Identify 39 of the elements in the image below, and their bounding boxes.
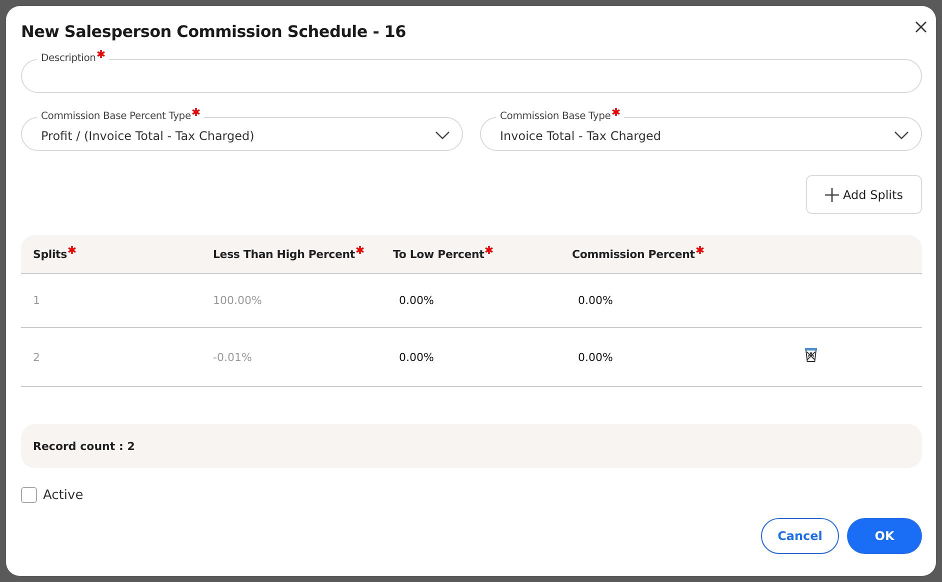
checkbox-label: Active: [43, 488, 84, 502]
required-icon: [96, 50, 105, 58]
dialog-title: New Salesperson Commission Schedule - 16: [21, 22, 406, 40]
description-field[interactable]: Description: [21, 52, 922, 93]
add-splits-button[interactable]: Add Splits: [806, 175, 922, 214]
table-cell: 0.00%: [578, 294, 613, 307]
required-icon: [192, 108, 200, 116]
field-label: Commission Base Type: [500, 110, 611, 124]
column-header: Splits: [33, 248, 67, 260]
table-cell: 2: [33, 350, 40, 364]
table-cell: 0.00%: [399, 350, 434, 364]
plus-icon: [825, 188, 840, 202]
column-header: Less Than High Percent: [213, 248, 355, 260]
chevron-down-icon: [894, 131, 909, 140]
table-cell: 100.00%: [213, 294, 262, 307]
required-icon: [68, 246, 76, 254]
active-checkbox[interactable]: [21, 487, 37, 503]
close-button[interactable]: [913, 19, 929, 35]
dropdown-select[interactable]: Commission Base Type Invoice Total - Tax Charged: [480, 110, 922, 151]
trash-icon[interactable]: [804, 347, 818, 363]
cancel-button[interactable]: Cancel: [761, 518, 839, 554]
required-icon: [485, 246, 494, 254]
field-label: Commission Base Percent Type: [41, 110, 191, 124]
column-header: Commission Percent: [572, 248, 695, 260]
table-cell: -0.01%: [213, 350, 252, 364]
table-cell: 0.00%: [399, 294, 434, 307]
table-cell: 1: [33, 294, 40, 307]
record-count: Record count : 2: [33, 440, 135, 452]
required-icon: [696, 246, 704, 254]
required-icon: [612, 108, 620, 116]
dropdown-select[interactable]: Commission Base Percent Type Profit / (Invoice Total - Tax Charged): [21, 110, 463, 151]
field-label: Description: [41, 52, 96, 66]
select-value: Invoice Total - Tax Charged: [500, 128, 662, 142]
table-cell: 0.00%: [578, 350, 613, 364]
select-value: Profit / (Invoice Total - Tax Charged): [41, 128, 256, 142]
chevron-down-icon: [435, 131, 450, 140]
required-icon: [356, 246, 364, 254]
ok-button[interactable]: OK: [847, 518, 922, 554]
column-header: To Low Percent: [393, 248, 484, 260]
